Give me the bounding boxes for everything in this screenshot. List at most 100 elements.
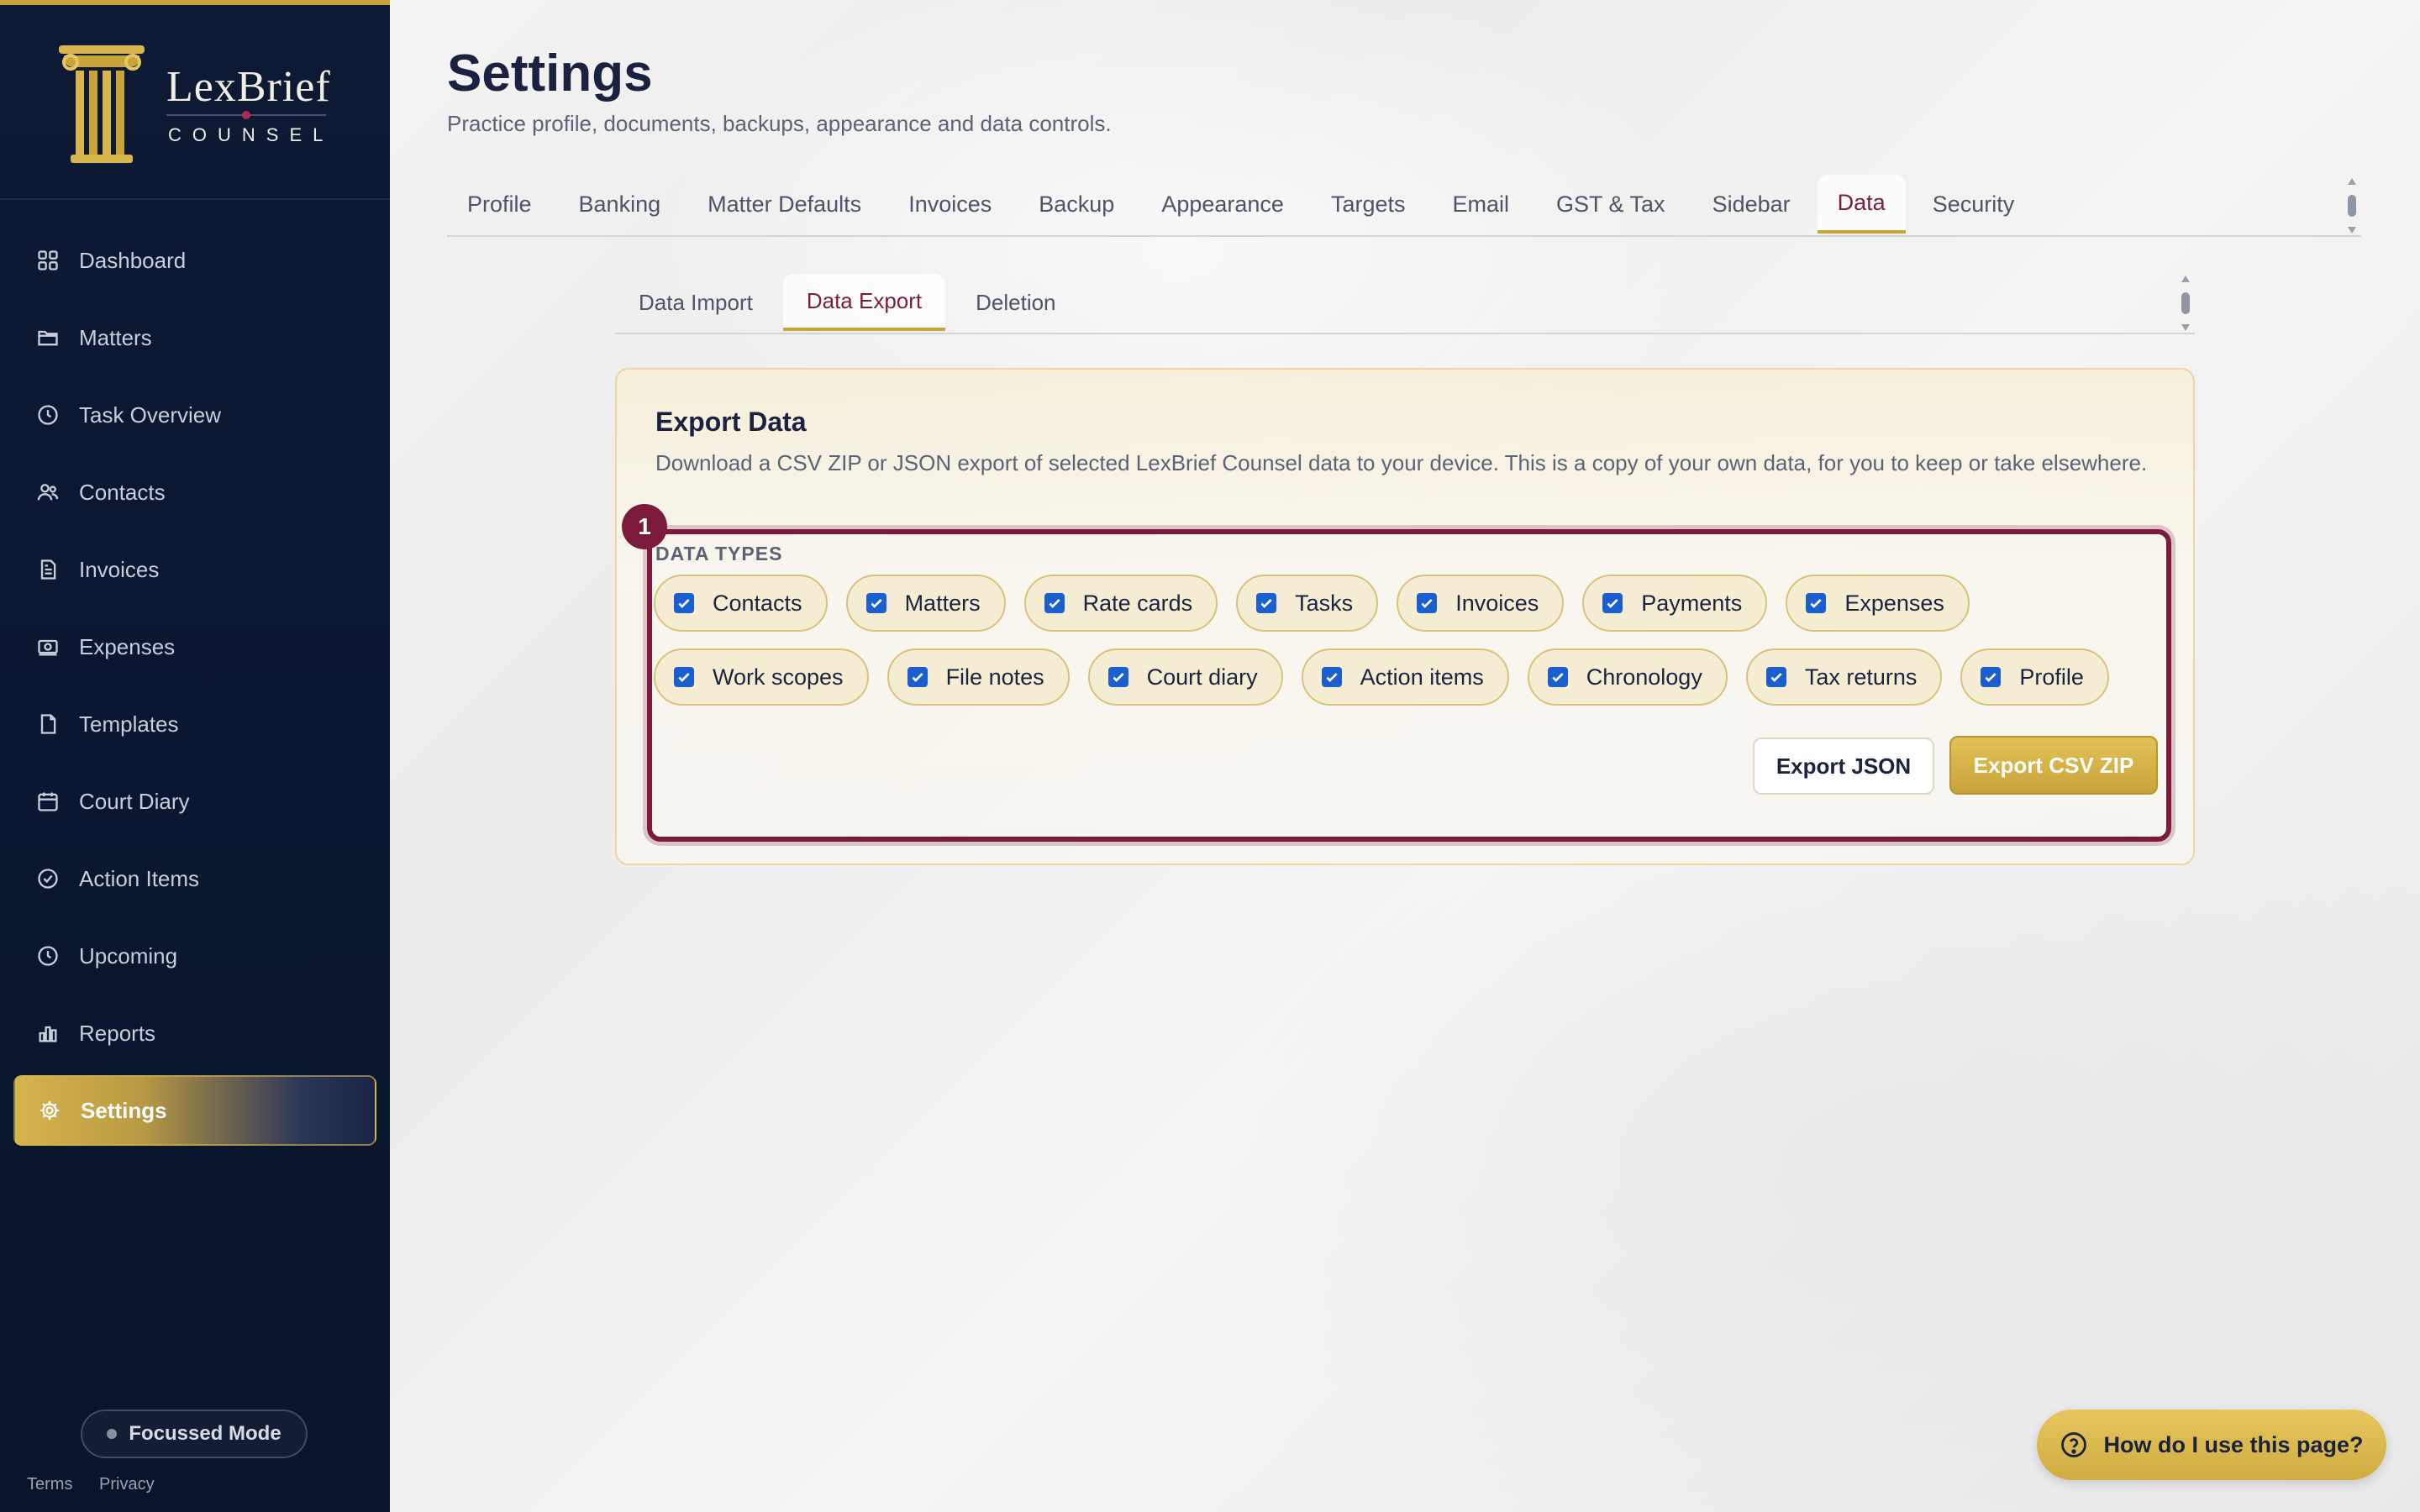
checkbox-checked-icon[interactable] xyxy=(674,593,694,613)
sidebar-item-label: Expenses xyxy=(79,633,176,659)
gear-icon xyxy=(37,1098,62,1123)
sidebar-item-templates[interactable]: Templates xyxy=(13,689,376,759)
checkbox-checked-icon[interactable] xyxy=(674,667,694,687)
tab-banking[interactable]: Banking xyxy=(559,175,681,234)
sidebar-item-label: Task Overview xyxy=(79,402,222,428)
checkbox-checked-icon[interactable] xyxy=(1547,667,1568,687)
chip-tasks[interactable]: Tasks xyxy=(1236,575,1379,632)
chip-chronology[interactable]: Chronology xyxy=(1527,648,1728,706)
sidebar-item-invoices[interactable]: Invoices xyxy=(13,534,376,605)
pillar-logo-icon xyxy=(59,45,145,163)
data-subtabs: Data Import Data Export Deletion xyxy=(615,274,2195,334)
tab-data[interactable]: Data xyxy=(1817,175,1906,234)
checkbox-checked-icon[interactable] xyxy=(1256,593,1277,613)
sidebar-item-settings[interactable]: Settings xyxy=(13,1075,376,1146)
sidebar: LexBrief COUNSEL Dashboard Matters Task … xyxy=(0,0,390,1512)
chip-action-items[interactable]: Action items xyxy=(1301,648,1509,706)
checkbox-checked-icon[interactable] xyxy=(1981,667,2002,687)
checkbox-checked-icon[interactable] xyxy=(1044,593,1065,613)
sidebar-item-task-overview[interactable]: Task Overview xyxy=(13,380,376,450)
tab-profile[interactable]: Profile xyxy=(447,175,552,234)
status-dot-icon xyxy=(107,1429,118,1439)
chip-rate-cards[interactable]: Rate cards xyxy=(1023,575,1218,632)
tabs-scroll-icon[interactable] xyxy=(2346,176,2358,235)
subtab-data-export[interactable]: Data Export xyxy=(782,274,946,331)
tab-security[interactable]: Security xyxy=(1912,175,2035,234)
chip-expenses[interactable]: Expenses xyxy=(1786,575,1970,632)
sidebar-item-label: Dashboard xyxy=(79,247,187,273)
sidebar-item-label: Court Diary xyxy=(79,788,190,814)
page-subtitle: Practice profile, documents, backups, ap… xyxy=(447,111,1112,136)
tab-gst-tax[interactable]: GST & Tax xyxy=(1536,175,1686,234)
export-json-button[interactable]: Export JSON xyxy=(1753,738,1934,795)
export-data-card: Export Data Download a CSV ZIP or JSON e… xyxy=(615,368,2195,865)
tab-email[interactable]: Email xyxy=(1432,175,1529,234)
question-circle-icon xyxy=(2061,1432,2087,1457)
chip-label: Tasks xyxy=(1295,590,1354,616)
focussed-mode-toggle[interactable]: Focussed Mode xyxy=(81,1410,308,1458)
chip-work-scopes[interactable]: Work scopes xyxy=(654,648,869,706)
chip-label: Court diary xyxy=(1146,664,1258,690)
sidebar-item-reports[interactable]: Reports xyxy=(13,998,376,1068)
checkbox-checked-icon[interactable] xyxy=(1806,593,1827,613)
checkbox-checked-icon[interactable] xyxy=(1107,667,1128,687)
subtab-deletion[interactable]: Deletion xyxy=(952,274,1079,331)
chip-label: Matters xyxy=(904,590,981,616)
document-icon xyxy=(35,711,60,737)
sidebar-item-label: Contacts xyxy=(79,479,166,505)
help-button[interactable]: How do I use this page? xyxy=(2037,1410,2386,1480)
footer-links: Terms Privacy xyxy=(27,1475,176,1494)
tab-backup[interactable]: Backup xyxy=(1018,175,1134,234)
folder-icon xyxy=(35,325,60,350)
subtab-data-import[interactable]: Data Import xyxy=(615,274,776,331)
subtabs-scroll-icon[interactable] xyxy=(2180,274,2191,333)
privacy-link[interactable]: Privacy xyxy=(99,1475,155,1494)
checkbox-checked-icon[interactable] xyxy=(1765,667,1786,687)
tab-targets[interactable]: Targets xyxy=(1311,175,1426,234)
checkbox-checked-icon[interactable] xyxy=(1321,667,1342,687)
chip-label: Payments xyxy=(1641,590,1743,616)
chip-tax-returns[interactable]: Tax returns xyxy=(1745,648,1943,706)
settings-tabs: Profile Banking Matter Defaults Invoices… xyxy=(447,175,2361,237)
tab-invoices[interactable]: Invoices xyxy=(888,175,1012,234)
expense-icon xyxy=(35,634,60,659)
sidebar-item-matters[interactable]: Matters xyxy=(13,302,376,373)
export-data-title: Export Data xyxy=(655,407,807,437)
brand-dot xyxy=(242,111,250,119)
chip-label: File notes xyxy=(945,664,1044,690)
checkbox-checked-icon[interactable] xyxy=(865,593,886,613)
sidebar-item-label: Action Items xyxy=(79,865,200,891)
terms-link[interactable]: Terms xyxy=(27,1475,72,1494)
export-csv-zip-button[interactable]: Export CSV ZIP xyxy=(1949,736,2158,795)
sidebar-item-upcoming[interactable]: Upcoming xyxy=(13,921,376,991)
chip-profile[interactable]: Profile xyxy=(1960,648,2109,706)
chip-court-diary[interactable]: Court diary xyxy=(1087,648,1283,706)
tab-appearance[interactable]: Appearance xyxy=(1141,175,1304,234)
sidebar-item-dashboard[interactable]: Dashboard xyxy=(13,225,376,296)
chip-contacts[interactable]: Contacts xyxy=(654,575,828,632)
sidebar-item-action-items[interactable]: Action Items xyxy=(13,843,376,914)
brand-name: LexBrief xyxy=(166,63,331,111)
chip-label: Work scopes xyxy=(713,664,844,690)
brand-subtitle: COUNSEL xyxy=(168,124,334,145)
checkbox-checked-icon[interactable] xyxy=(907,667,928,687)
sidebar-item-contacts[interactable]: Contacts xyxy=(13,457,376,528)
sidebar-item-expenses[interactable]: Expenses xyxy=(13,612,376,682)
chip-file-notes[interactable]: File notes xyxy=(886,648,1070,706)
checkbox-checked-icon[interactable] xyxy=(1417,593,1438,613)
sidebar-item-court-diary[interactable]: Court Diary xyxy=(13,766,376,837)
chip-invoices[interactable]: Invoices xyxy=(1397,575,1565,632)
invoice-icon xyxy=(35,557,60,582)
tab-matter-defaults[interactable]: Matter Defaults xyxy=(687,175,881,234)
sidebar-item-label: Upcoming xyxy=(79,942,178,969)
data-types-row-1: Contacts Matters Rate cards Tasks Invoic… xyxy=(654,575,2149,632)
checkbox-checked-icon[interactable] xyxy=(1602,593,1623,613)
chip-label: Invoices xyxy=(1455,590,1539,616)
tab-sidebar[interactable]: Sidebar xyxy=(1692,175,1811,234)
sidebar-item-label: Invoices xyxy=(79,556,160,582)
clock-icon xyxy=(35,943,60,969)
chip-payments[interactable]: Payments xyxy=(1582,575,1768,632)
brand[interactable]: LexBrief COUNSEL xyxy=(0,5,390,200)
chip-label: Chronology xyxy=(1586,664,1702,690)
chip-matters[interactable]: Matters xyxy=(845,575,1006,632)
